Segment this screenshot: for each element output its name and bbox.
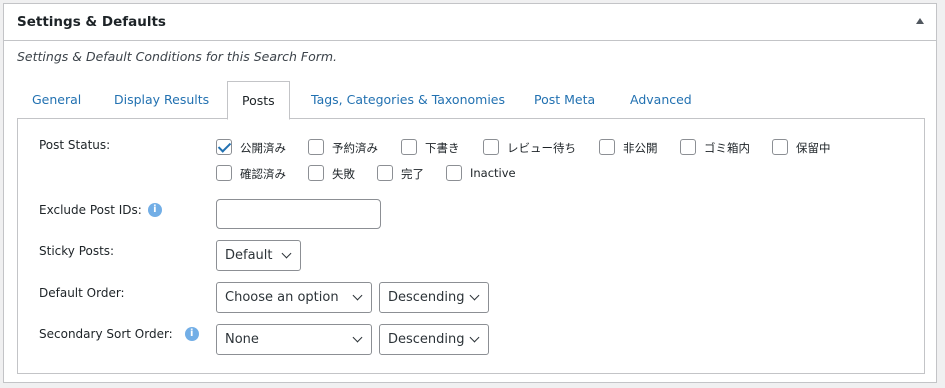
checkbox[interactable]	[377, 165, 393, 181]
checkbox-label: 失敗	[332, 167, 355, 181]
checkbox-label: 公開済み	[240, 141, 286, 155]
panel-title: Settings & Defaults	[17, 14, 166, 30]
checkbox[interactable]	[680, 139, 696, 155]
select-value: Default	[225, 248, 273, 263]
select-value: None	[225, 332, 259, 347]
tab-advanced[interactable]: Advanced	[630, 81, 692, 119]
tab-general[interactable]: General	[32, 81, 81, 119]
tab-posts[interactable]: Posts	[227, 81, 290, 120]
exclude-post-ids-input[interactable]	[216, 199, 381, 229]
checkbox[interactable]	[308, 165, 324, 181]
chevron-down-icon	[469, 290, 480, 301]
chevron-down-icon	[352, 332, 363, 343]
settings-defaults-panel: Settings & Defaults Settings & Default C…	[3, 3, 937, 383]
checkbox-label: Inactive	[470, 166, 516, 180]
panel-description: Settings & Default Conditions for this S…	[17, 49, 338, 64]
tab-tags-categories-taxonomies[interactable]: Tags, Categories & Taxonomies	[311, 81, 505, 119]
info-icon[interactable]: i	[147, 202, 162, 217]
checkbox-label: 確認済み	[240, 167, 286, 181]
checkbox-label: ゴミ箱内	[704, 141, 750, 155]
checkbox-label: 非公開	[623, 141, 658, 155]
default-order-field-select[interactable]: Choose an option	[216, 282, 372, 313]
info-icon[interactable]: i	[184, 326, 199, 341]
checkbox-label: 完了	[401, 167, 424, 181]
secondary-sort-order-text: Secondary Sort Order:	[39, 327, 173, 341]
checkbox[interactable]	[772, 139, 788, 155]
checkbox[interactable]	[599, 139, 615, 155]
secondary-order-field-select[interactable]: None	[216, 324, 372, 355]
sticky-posts-label: Sticky Posts:	[39, 244, 115, 258]
checkbox[interactable]	[483, 139, 499, 155]
tab-post-meta[interactable]: Post Meta	[534, 81, 595, 119]
chevron-down-icon	[469, 332, 480, 343]
collapse-toggle-icon[interactable]	[916, 18, 924, 24]
checkbox[interactable]	[446, 165, 462, 181]
exclude-post-ids-text: Exclude Post IDs:	[39, 203, 142, 217]
checkbox[interactable]	[308, 139, 324, 155]
posts-tab-panel: Post Status: 公開済み 予約済み 下書き レビュー待ち 非公開 ゴミ…	[17, 119, 925, 374]
select-value: Descending	[388, 290, 465, 305]
panel-header[interactable]: Settings & Defaults	[4, 4, 936, 41]
select-value: Descending	[388, 332, 465, 347]
default-order-direction-select[interactable]: Descending	[379, 282, 489, 313]
tab-display-results[interactable]: Display Results	[114, 81, 209, 119]
secondary-order-direction-select[interactable]: Descending	[379, 324, 489, 355]
checkbox-label: 予約済み	[332, 141, 378, 155]
checkbox-label: 下書き	[425, 141, 460, 155]
chevron-down-icon	[281, 248, 292, 259]
select-value: Choose an option	[225, 290, 339, 305]
checkbox[interactable]	[216, 165, 232, 181]
exclude-post-ids-label: Exclude Post IDs: i	[39, 202, 162, 217]
default-order-label: Default Order:	[39, 286, 125, 300]
checkbox[interactable]	[216, 139, 232, 155]
chevron-down-icon	[352, 290, 363, 301]
post-status-label: Post Status:	[39, 138, 111, 152]
checkbox-label: 保留中	[796, 141, 831, 155]
checkbox[interactable]	[401, 139, 417, 155]
checkbox-label: レビュー待ち	[507, 141, 576, 155]
tab-bar: General Display Results Posts Tags, Cate…	[17, 81, 925, 120]
sticky-posts-select[interactable]: Default	[216, 240, 301, 271]
secondary-sort-order-label: Secondary Sort Order: i	[39, 326, 199, 341]
